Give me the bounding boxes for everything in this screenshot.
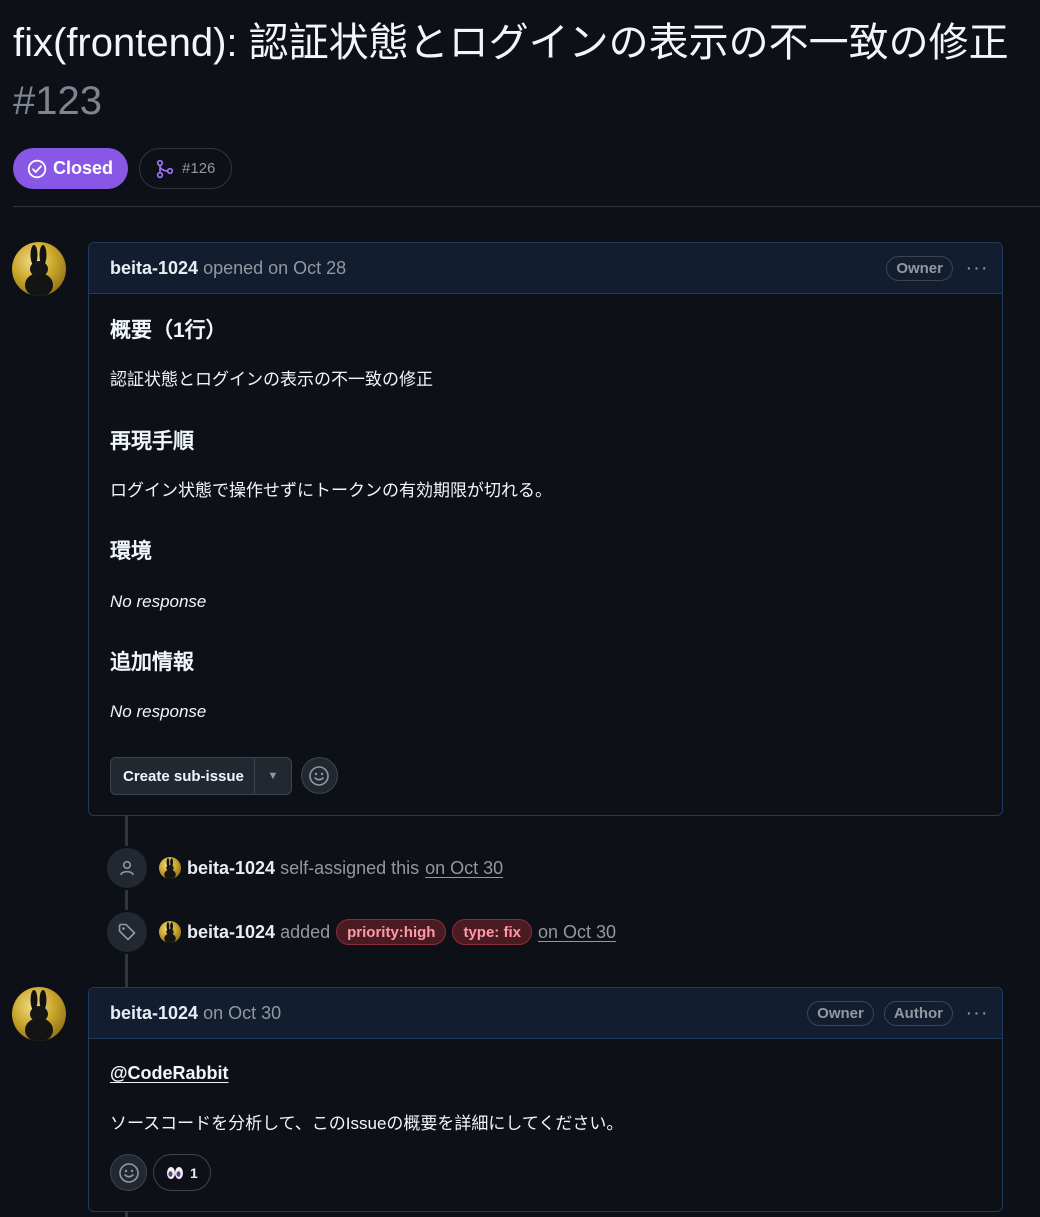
timeline-line: [125, 815, 128, 987]
user-mention-link[interactable]: @CodeRabbit: [110, 1063, 229, 1083]
section-text: No response: [110, 702, 207, 721]
section-heading: 追加情報: [110, 651, 194, 674]
smiley-icon: [309, 765, 330, 786]
owner-badge: Owner: [807, 1000, 874, 1026]
comment-actions: Create sub-issue ▼: [110, 757, 338, 795]
event-timestamp[interactable]: on Oct 30: [425, 858, 503, 879]
comment-header: beita-1024 on Oct 30 Owner Author ···: [89, 988, 1002, 1039]
timeline-event-labeled: beita-1024 added priority:high type: fix…: [105, 910, 616, 954]
person-icon: [105, 846, 149, 890]
add-reaction-button[interactable]: [300, 757, 338, 794]
comment: beita-1024 on Oct 30 Owner Author ··· @C…: [88, 987, 1003, 1212]
comment-header: beita-1024 opened on Oct 28 Owner ···: [89, 243, 1002, 294]
label-priority-high[interactable]: priority:high: [336, 919, 447, 945]
create-sub-issue-button[interactable]: Create sub-issue ▼: [110, 757, 292, 795]
avatar[interactable]: [159, 921, 181, 943]
linked-pr-chip[interactable]: #126: [139, 148, 233, 189]
closed-state-badge: Closed: [13, 148, 129, 189]
event-timestamp[interactable]: on Oct 30: [538, 922, 616, 943]
event-action: self-assigned this: [280, 857, 420, 878]
comment-author[interactable]: beita-1024: [110, 1003, 198, 1024]
reactions-row: 1: [110, 1154, 211, 1191]
section-heading: 再現手順: [110, 430, 194, 453]
comment-text: ソースコードを分析して、このIssueの概要を詳細にしてください。: [110, 1114, 624, 1133]
comment-author[interactable]: beita-1024: [110, 258, 198, 279]
comment-meta[interactable]: on Oct 30: [203, 1003, 281, 1024]
chevron-down-icon[interactable]: ▼: [253, 758, 291, 794]
comment-body: @CodeRabbit ソースコードを分析して、このIssueの概要を詳細にして…: [89, 1039, 1002, 1212]
issue-page: fix(frontend): 認証状態とログインの表示の不一致の修正 #123 …: [0, 0, 1040, 1217]
event-action: added: [280, 921, 331, 942]
issue-number: #123: [13, 79, 102, 123]
issue-body-comment: beita-1024 opened on Oct 28 Owner ··· 概要…: [88, 242, 1003, 816]
comment-body: 概要（1行） 認証状態とログインの表示の不一致の修正 再現手順 ログイン状態で操…: [89, 294, 1002, 816]
create-sub-issue-label[interactable]: Create sub-issue: [111, 758, 254, 794]
issue-title-text: fix(frontend): 認証状態とログインの表示の不一致の修正: [13, 21, 1009, 65]
avatar[interactable]: [159, 857, 181, 879]
label-type-fix[interactable]: type: fix: [452, 919, 532, 945]
eyes-icon: [167, 1166, 183, 1179]
state-label: Closed: [53, 158, 114, 178]
add-reaction-button[interactable]: [110, 1154, 147, 1191]
rabbit-avatar-icon: [25, 990, 53, 1041]
linked-pr-number: #126: [182, 160, 216, 177]
section-heading: 概要（1行）: [110, 319, 227, 342]
section-text: ログイン状態で操作せずにトークンの有効期限が切れる。: [110, 481, 552, 500]
author-badge: Author: [883, 1000, 953, 1026]
section-text: No response: [110, 592, 207, 611]
event-actor[interactable]: beita-1024: [187, 858, 275, 879]
smiley-icon: [118, 1162, 139, 1183]
tag-icon: [105, 910, 149, 954]
more-options-icon[interactable]: ···: [965, 1002, 989, 1025]
section-heading: 環境: [110, 540, 152, 563]
timeline-event-assigned: beita-1024 self-assigned this on Oct 30: [105, 846, 503, 890]
event-actor[interactable]: beita-1024: [187, 922, 275, 943]
check-circle-icon: [27, 159, 47, 178]
avatar[interactable]: [12, 987, 66, 1041]
issue-state-row: Closed #126: [13, 148, 233, 189]
owner-badge: Owner: [886, 255, 953, 281]
rabbit-avatar-icon: [25, 245, 53, 296]
issue-title: fix(frontend): 認証状態とログインの表示の不一致の修正 #123: [13, 14, 1040, 130]
git-merge-icon: [156, 159, 174, 178]
section-text: 認証状態とログインの表示の不一致の修正: [110, 370, 433, 389]
eyes-reaction[interactable]: 1: [153, 1154, 211, 1191]
header-divider: [13, 206, 1040, 207]
comment-meta[interactable]: opened on Oct 28: [203, 258, 346, 279]
reaction-count: 1: [190, 1164, 198, 1181]
avatar[interactable]: [12, 242, 66, 296]
more-options-icon[interactable]: ···: [965, 257, 989, 280]
